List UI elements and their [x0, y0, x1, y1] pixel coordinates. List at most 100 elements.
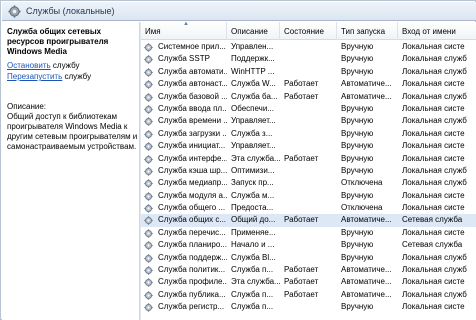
column-header-description[interactable]: Описание	[227, 22, 280, 40]
restart-service-link[interactable]: Перезапустить	[7, 72, 62, 81]
table-row[interactable]: Служба автомати... WinHTTP ... Вручную Лока…	[141, 66, 476, 78]
cell-logon-as: Сетевая служба	[402, 215, 463, 225]
table-row[interactable]: Служба интерфе... Эта служба... Работает Вр…	[141, 153, 476, 165]
cell-startup-type: Вручную	[341, 165, 374, 175]
service-name-text: Служба перечис...	[158, 227, 226, 237]
service-gear-icon	[144, 80, 153, 89]
cell-name: Служба общих с...	[141, 214, 227, 226]
table-row[interactable]: Служба регистр... Служба п... Вручную Локал…	[141, 301, 476, 313]
column-header-logon-as[interactable]: Вход от имени	[398, 22, 476, 40]
column-header-label: Имя	[145, 27, 161, 36]
cell-name: Служба перечис...	[141, 227, 227, 239]
table-row[interactable]: Служба общих с... Общий до... Работает Авто…	[141, 214, 476, 227]
cell-startup-type: Автоматиче...	[341, 265, 392, 275]
cell-startup-type: Вручную	[341, 103, 374, 113]
table-row[interactable]: Служба автонаст... Служба W... Работает Авт…	[141, 78, 476, 90]
service-name-text: Служба SSTP	[158, 54, 210, 64]
table-row[interactable]: Служба планиро... Начало и ... Вручную Сете…	[141, 239, 476, 251]
cell-name: Служба базовой ...	[141, 91, 227, 103]
service-gear-icon	[144, 117, 153, 127]
cell-description: WinHTTP ...	[231, 66, 275, 76]
cell-description: Управляет...	[231, 116, 276, 126]
cell-startup-type: Автоматиче...	[341, 289, 392, 299]
cell-state	[280, 66, 337, 78]
table-row[interactable]: Служба поддерж... Служба Bl... Вручную Лока…	[141, 252, 476, 264]
cell-startup-type: Вручную	[341, 240, 374, 250]
service-details-pane: Служба общих сетевых ресурсов проигрыват…	[2, 22, 139, 320]
selected-service-name: Служба общих сетевых ресурсов проигрыват…	[7, 27, 109, 56]
cell-logon-as: Сетевая служба	[402, 240, 463, 250]
cell-state	[280, 103, 337, 115]
table-row[interactable]: Служба инициат... Управляет... Вручную Лока…	[141, 140, 476, 152]
column-header-state[interactable]: Состояние	[280, 22, 337, 40]
table-row[interactable]: Служба базовой ... Служба ба... Работает Ав…	[141, 91, 476, 103]
service-name-text: Служба инициат...	[158, 141, 226, 151]
service-name-text: Служба загрузки ...	[158, 128, 227, 138]
service-gear-icon	[144, 43, 153, 52]
cell-description: Применяе...	[231, 227, 276, 237]
stop-service-link[interactable]: Остановить	[7, 61, 51, 70]
cell-logon-as: Локальная служб	[402, 265, 467, 275]
table-row[interactable]: Служба времени ... Управляет... Вручную Лок…	[141, 115, 476, 127]
service-gear-icon	[144, 142, 153, 151]
table-row[interactable]: Служба общего ... Предоста... Отключена Лок…	[141, 202, 476, 214]
cell-name: Служба модуля а...	[141, 190, 227, 202]
service-name-text: Служба общего ...	[158, 203, 226, 213]
cell-startup-type: Вручную	[341, 252, 374, 262]
cell-name: Служба общего ...	[141, 202, 227, 214]
cell-name: Служба автонаст...	[141, 78, 227, 90]
table-row[interactable]: Служба профиле... Эта служба... Работает Ав…	[141, 276, 476, 288]
description-text: Общий доступ к библиотекам проигрывателя…	[7, 112, 138, 151]
column-header-name[interactable]: ▲ Имя	[141, 22, 227, 40]
window-title: Службы (локальные)	[26, 6, 115, 16]
restart-service-action: Перезапустить службу	[7, 72, 91, 82]
cell-description: Эта служба...	[231, 153, 280, 163]
cell-description: Служба Bl...	[231, 252, 276, 262]
service-gear-icon	[144, 266, 153, 275]
cell-startup-type: Вручную	[341, 302, 374, 312]
cell-name: Служба поддерж...	[141, 252, 227, 264]
cell-startup-type: Автоматиче...	[341, 91, 392, 101]
cell-logon-as: Локальная служб	[402, 116, 467, 126]
table-row[interactable]: Системное прил... Управлен... Вручную Локал…	[141, 41, 476, 53]
cell-startup-type: Автоматиче...	[341, 215, 392, 225]
cell-name: Служба профиле...	[141, 276, 227, 288]
cell-description: Служба ба...	[231, 91, 278, 101]
table-row[interactable]: Служба публика... Служба п... Работает Авто…	[141, 289, 476, 301]
cell-state	[280, 128, 337, 140]
service-name-text: Служба интерфе...	[158, 153, 227, 163]
table-body: Системное прил... Управлен... Вручную Локал…	[141, 41, 476, 314]
table-row[interactable]: Служба политик... Служба п... Работает Авто…	[141, 264, 476, 276]
column-header-label: Описание	[231, 27, 268, 36]
table-row[interactable]: Служба ввода пл... Обеспечи... Вручную Лока…	[141, 103, 476, 115]
column-header-startup-type[interactable]: Тип запуска	[337, 22, 398, 40]
table-row[interactable]: Служба SSTP Поддержк... Вручную Локальная с…	[141, 53, 476, 65]
cell-state	[280, 140, 337, 152]
table-row[interactable]: Служба медиапр... Запуск пр... Отключена Ло…	[141, 177, 476, 189]
cell-state: Работает	[284, 265, 319, 275]
cell-logon-as: Локальная систе	[402, 190, 465, 200]
table-row[interactable]: Служба перечис... Применяе... Вручную Локал…	[141, 227, 476, 239]
service-gear-icon	[144, 68, 153, 77]
cell-name: Служба политик...	[141, 264, 227, 276]
service-name-text: Служба автонаст...	[158, 79, 227, 89]
stop-service-suffix: службу	[50, 61, 80, 70]
services-gear-icon	[8, 5, 21, 18]
cell-state	[280, 227, 337, 239]
cell-state: Работает	[284, 91, 319, 101]
cell-name: Служба кэша шр...	[141, 165, 227, 177]
table-row[interactable]: Служба кэша шр... Оптимизи... Вручную Локал…	[141, 165, 476, 177]
description-label: Описание:	[7, 102, 47, 111]
cell-description: Служба п...	[231, 302, 274, 312]
cell-description: Обеспечи...	[231, 103, 274, 113]
table-row[interactable]: Служба модуля а... Служба м... Вручную Лока…	[141, 190, 476, 202]
table-row[interactable]: Служба загрузки ... Служба з... Вручную Лок…	[141, 128, 476, 140]
cell-logon-as: Локальная систе	[402, 128, 465, 138]
services-window: Службы (локальные) Служба общих сетевых …	[0, 0, 476, 320]
service-name-text: Служба общих с...	[158, 215, 227, 225]
cell-name: Служба инициат...	[141, 140, 227, 152]
cell-name: Служба загрузки ...	[141, 128, 227, 140]
services-table: ▲ Имя Описание Состояние Тип запуска Вхо…	[141, 22, 476, 320]
cell-startup-type: Вручную	[341, 128, 374, 138]
service-gear-icon	[144, 216, 153, 226]
